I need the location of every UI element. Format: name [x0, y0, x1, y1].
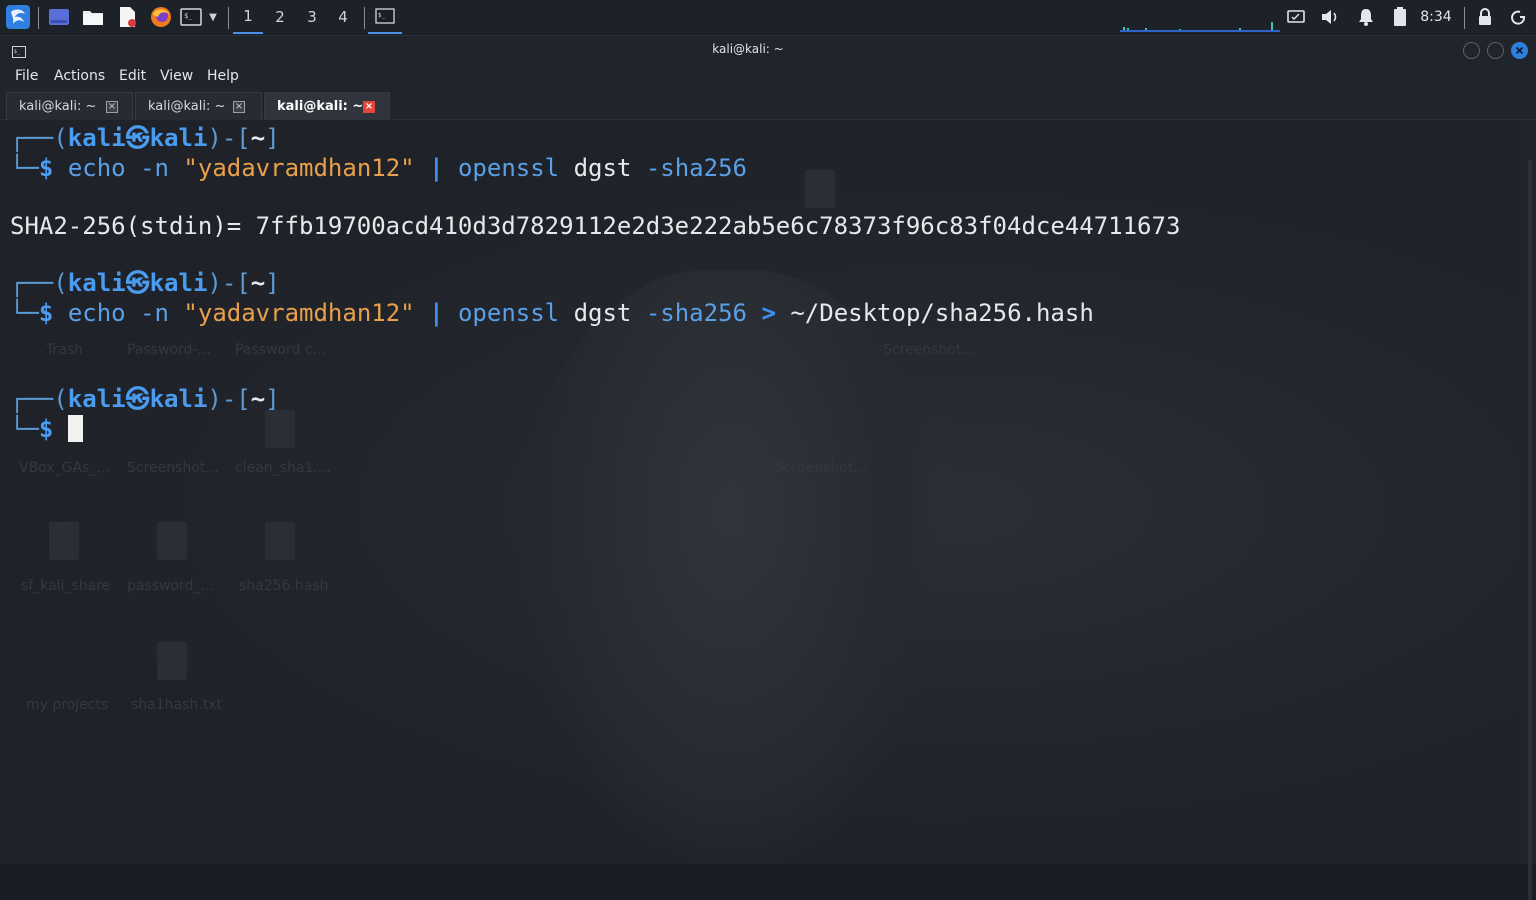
firefox-icon[interactable]	[148, 0, 174, 34]
desktop-ghost-file-icon	[265, 522, 295, 560]
window-title: kali@kali: ~	[712, 42, 784, 56]
terminal-scrollbar[interactable]	[1528, 160, 1532, 900]
desktop-ghost-file-icon	[157, 522, 187, 560]
taskbar-terminal-window[interactable]: $_	[368, 0, 402, 34]
display-icon[interactable]	[1284, 0, 1308, 34]
command-output: SHA2-256(stdin)= 7ffb19700acd410d3d78291…	[10, 212, 1181, 240]
menubar: File Actions Edit View Help	[0, 64, 1536, 90]
workspace-1[interactable]: 1	[233, 0, 263, 34]
maximize-button[interactable]	[1487, 42, 1504, 59]
close-icon	[1515, 46, 1524, 55]
tab-label: kali@kali: ~	[19, 99, 97, 114]
prompt-line: ┌──(kali㉿kali)-[~]	[10, 385, 280, 413]
desktop-ghost-label: VBox_GAs_...	[19, 460, 110, 476]
panel-separator	[38, 7, 39, 29]
tab-label: kali@kali: ~	[277, 99, 364, 114]
wallpaper-shade	[520, 270, 940, 864]
prompt-line: ┌──(kali㉿kali)-[~]	[10, 124, 280, 152]
terminal-icon: $_	[375, 8, 395, 24]
power-icon[interactable]	[1506, 0, 1530, 34]
tab-1[interactable]: kali@kali: ~ ×	[6, 92, 133, 120]
kali-menu-icon[interactable]	[2, 0, 34, 34]
menu-help[interactable]: Help	[207, 68, 239, 84]
workspace-3[interactable]: 3	[297, 0, 327, 34]
desktop-ghost-label: Password c...	[235, 342, 326, 358]
desktop-ghost-file-icon	[157, 642, 187, 680]
menu-actions[interactable]: Actions	[54, 68, 105, 84]
svg-text:$_: $_	[378, 12, 386, 19]
tab-close-icon[interactable]: ×	[363, 101, 375, 113]
desktop-ghost-file-icon	[805, 170, 835, 208]
panel-separator	[228, 7, 229, 29]
panel-separator	[1464, 7, 1465, 29]
bell-icon[interactable]	[1354, 0, 1378, 34]
top-panel: $_ ▼ 1 2 3 4 $_ 8:34	[0, 0, 1536, 36]
volume-icon[interactable]	[1318, 0, 1342, 34]
tab-close-icon[interactable]: ×	[106, 101, 118, 113]
tab-close-icon[interactable]: ×	[233, 101, 245, 113]
terminal-output[interactable]: Trash Password-... Password c... Screens…	[0, 120, 1522, 864]
file-manager-icon[interactable]	[80, 0, 106, 34]
desktop-ghost-file-icon	[49, 522, 79, 560]
desktop-ghost-label: sha1hash.txt	[131, 697, 222, 713]
prompt-line: ┌──(kali㉿kali)-[~]	[10, 269, 280, 297]
close-button[interactable]	[1511, 42, 1528, 59]
tab-bar: kali@kali: ~ × kali@kali: ~ × kali@kali:…	[0, 90, 1536, 120]
workspace-4[interactable]: 4	[328, 0, 358, 34]
text-editor-icon[interactable]	[114, 0, 140, 34]
battery-icon	[1388, 0, 1412, 34]
desktop-ghost-label: password_...	[127, 578, 214, 594]
terminal-window: $_ kali@kali: ~ File Actions Edit View H…	[0, 36, 1536, 900]
desktop-ghost-label: Screenshot...	[883, 342, 975, 358]
desktop-ghost-label: sha256.hash	[239, 578, 329, 594]
lock-icon[interactable]	[1473, 0, 1497, 34]
desktop-ghost-label: Screenshot...	[127, 460, 219, 476]
clock[interactable]: 8:34	[1416, 0, 1456, 34]
desktop-ghost-label: Trash	[46, 342, 83, 358]
desktop-ghost-label: Screenshot...	[775, 460, 867, 476]
svg-text:$_: $_	[184, 12, 193, 20]
desktop-ghost-label: Password-...	[127, 342, 211, 358]
desktop-ghost-label: my projects	[26, 697, 109, 713]
desktop-ghost-file-icon	[265, 410, 295, 448]
command-line: └─$ echo -n "yadavramdhan12" | openssl d…	[10, 299, 1094, 327]
panel-separator	[364, 7, 365, 29]
tab-2[interactable]: kali@kali: ~ ×	[135, 92, 262, 120]
workspace-2[interactable]: 2	[265, 0, 295, 34]
window-titlebar[interactable]: $_ kali@kali: ~	[0, 36, 1536, 64]
menu-view[interactable]: View	[160, 68, 193, 84]
desktop-ghost-label: sf_kali_share	[21, 578, 111, 594]
minimize-button[interactable]	[1463, 42, 1480, 59]
menu-file[interactable]: File	[15, 68, 38, 84]
cpu-graph	[1120, 0, 1280, 34]
menu-edit[interactable]: Edit	[119, 68, 146, 84]
command-line: └─$ echo -n "yadavramdhan12" | openssl d…	[10, 154, 747, 182]
desktop-ghost-label: clean_sha1....	[235, 460, 332, 476]
show-desktop-icon[interactable]	[46, 0, 72, 34]
text-cursor	[67, 415, 83, 442]
chevron-down-icon[interactable]: ▼	[205, 0, 221, 34]
tab-label: kali@kali: ~	[148, 99, 226, 114]
command-line[interactable]: └─$	[10, 414, 83, 444]
tab-3-active[interactable]: kali@kali: ~ ×	[264, 92, 390, 120]
terminal-launcher-icon[interactable]: $_	[178, 0, 204, 34]
